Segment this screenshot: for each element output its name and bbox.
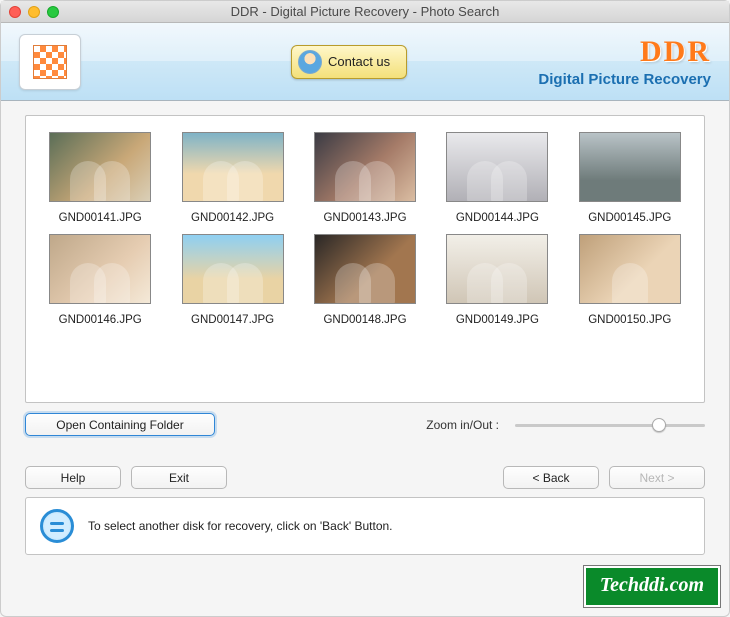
maximize-icon[interactable] (47, 6, 59, 18)
thumbnail-item[interactable]: GND00149.JPG (435, 234, 559, 326)
app-header: Contact us DDR Digital Picture Recovery (1, 23, 729, 101)
thumbnail-item[interactable]: GND00146.JPG (38, 234, 162, 326)
watermark: Techddi.com (584, 566, 720, 607)
thumbnail-filename: GND00145.JPG (588, 212, 671, 224)
thumbnail-filename: GND00142.JPG (191, 212, 274, 224)
contact-label: Contact us (328, 54, 390, 69)
thumbnail-item[interactable]: GND00143.JPG (303, 132, 427, 224)
next-button: Next > (609, 466, 705, 489)
contact-us-button[interactable]: Contact us (291, 45, 407, 79)
thumbnail-filename: GND00146.JPG (59, 314, 142, 326)
brand-title: DDR (538, 35, 711, 69)
help-button[interactable]: Help (25, 466, 121, 489)
chat-bubble-icon (40, 509, 74, 543)
slider-track (515, 424, 705, 427)
nav-row: Help Exit < Back Next > (25, 466, 705, 489)
thumbnail-image (314, 234, 416, 304)
brand: DDR Digital Picture Recovery (538, 35, 711, 88)
titlebar: DDR - Digital Picture Recovery - Photo S… (1, 1, 729, 23)
thumbnail-filename: GND00141.JPG (59, 212, 142, 224)
thumbnail-image (182, 132, 284, 202)
thumbnail-item[interactable]: GND00144.JPG (435, 132, 559, 224)
back-button[interactable]: < Back (503, 466, 599, 489)
content-area: GND00141.JPG GND00142.JPG GND00143.JPG G… (1, 101, 729, 555)
thumbnail-item[interactable]: GND00145.JPG (568, 132, 692, 224)
thumbnail-item[interactable]: GND00150.JPG (568, 234, 692, 326)
thumbnail-image (579, 234, 681, 304)
brand-subtitle: Digital Picture Recovery (538, 71, 711, 88)
thumbnail-panel: GND00141.JPG GND00142.JPG GND00143.JPG G… (25, 115, 705, 403)
info-text: To select another disk for recovery, cli… (88, 519, 393, 533)
exit-button[interactable]: Exit (131, 466, 227, 489)
thumbnail-filename: GND00150.JPG (588, 314, 671, 326)
info-box: To select another disk for recovery, cli… (25, 497, 705, 555)
zoom-label: Zoom in/Out : (426, 418, 499, 432)
thumbnail-image (314, 132, 416, 202)
close-icon[interactable] (9, 6, 21, 18)
controls-row: Open Containing Folder Zoom in/Out : (25, 413, 705, 436)
thumbnail-image (446, 132, 548, 202)
zoom-slider[interactable] (515, 416, 705, 434)
minimize-icon[interactable] (28, 6, 40, 18)
thumbnail-image (446, 234, 548, 304)
thumbnail-image (579, 132, 681, 202)
window-title: DDR - Digital Picture Recovery - Photo S… (1, 4, 729, 19)
app-logo (19, 34, 81, 90)
thumbnail-filename: GND00143.JPG (323, 212, 406, 224)
slider-thumb[interactable] (652, 418, 666, 432)
thumbnail-image (49, 132, 151, 202)
thumbnail-filename: GND00149.JPG (456, 314, 539, 326)
thumbnail-filename: GND00148.JPG (323, 314, 406, 326)
thumbnail-item[interactable]: GND00148.JPG (303, 234, 427, 326)
open-containing-folder-button[interactable]: Open Containing Folder (25, 413, 215, 436)
thumbnail-image (49, 234, 151, 304)
logo-icon (33, 45, 67, 79)
thumbnail-item[interactable]: GND00147.JPG (170, 234, 294, 326)
thumbnail-image (182, 234, 284, 304)
thumbnail-item[interactable]: GND00141.JPG (38, 132, 162, 224)
window-controls (9, 6, 59, 18)
thumbnail-filename: GND00147.JPG (191, 314, 274, 326)
thumbnail-item[interactable]: GND00142.JPG (170, 132, 294, 224)
person-icon (298, 50, 322, 74)
thumbnail-filename: GND00144.JPG (456, 212, 539, 224)
thumbnail-grid: GND00141.JPG GND00142.JPG GND00143.JPG G… (38, 132, 692, 326)
